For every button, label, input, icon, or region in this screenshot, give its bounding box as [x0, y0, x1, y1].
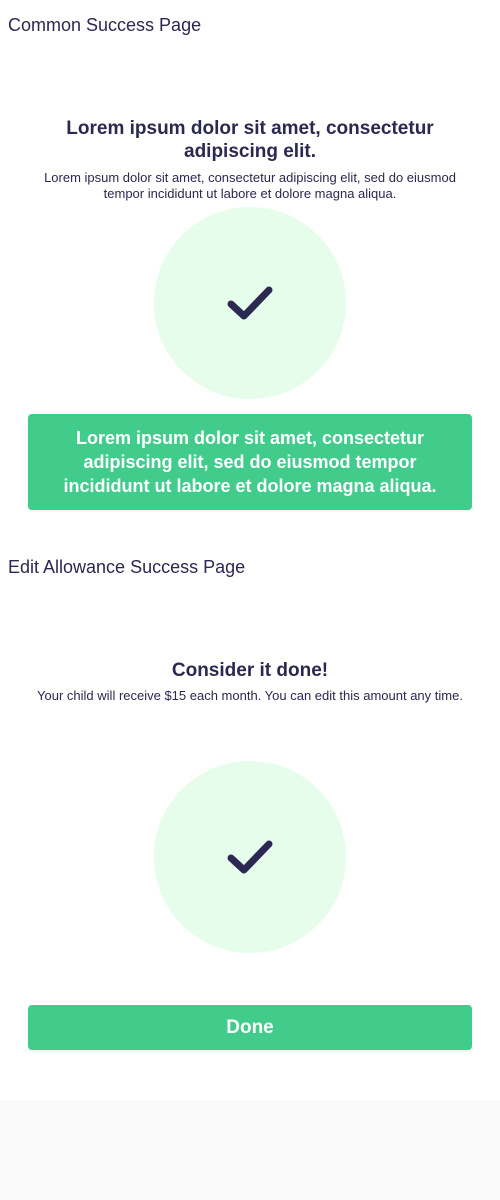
checkmark-icon: [226, 283, 274, 323]
section-label-edit-allowance-success: Edit Allowance Success Page: [8, 557, 246, 577]
edit-allowance-subtext: Your child will receive $15 each month. …: [37, 688, 463, 703]
footer-area: [0, 1100, 500, 1200]
checkmark-icon: [226, 837, 274, 877]
edit-allowance-heading: Consider it done!: [171, 660, 329, 681]
common-success-subtext: Lorem ipsum dolor sit amet, consectetur …: [44, 170, 456, 201]
common-success-action-button[interactable]: Lorem ipsum dolor sit amet, consectetur …: [28, 414, 472, 510]
common-success-circle: [154, 207, 346, 399]
edit-allowance-success-circle: [154, 761, 346, 953]
done-button[interactable]: Done: [28, 1005, 472, 1050]
section-label-common-success: Common Success Page: [8, 15, 202, 35]
common-success-heading: Lorem ipsum dolor sit amet, consectetur …: [66, 118, 434, 162]
